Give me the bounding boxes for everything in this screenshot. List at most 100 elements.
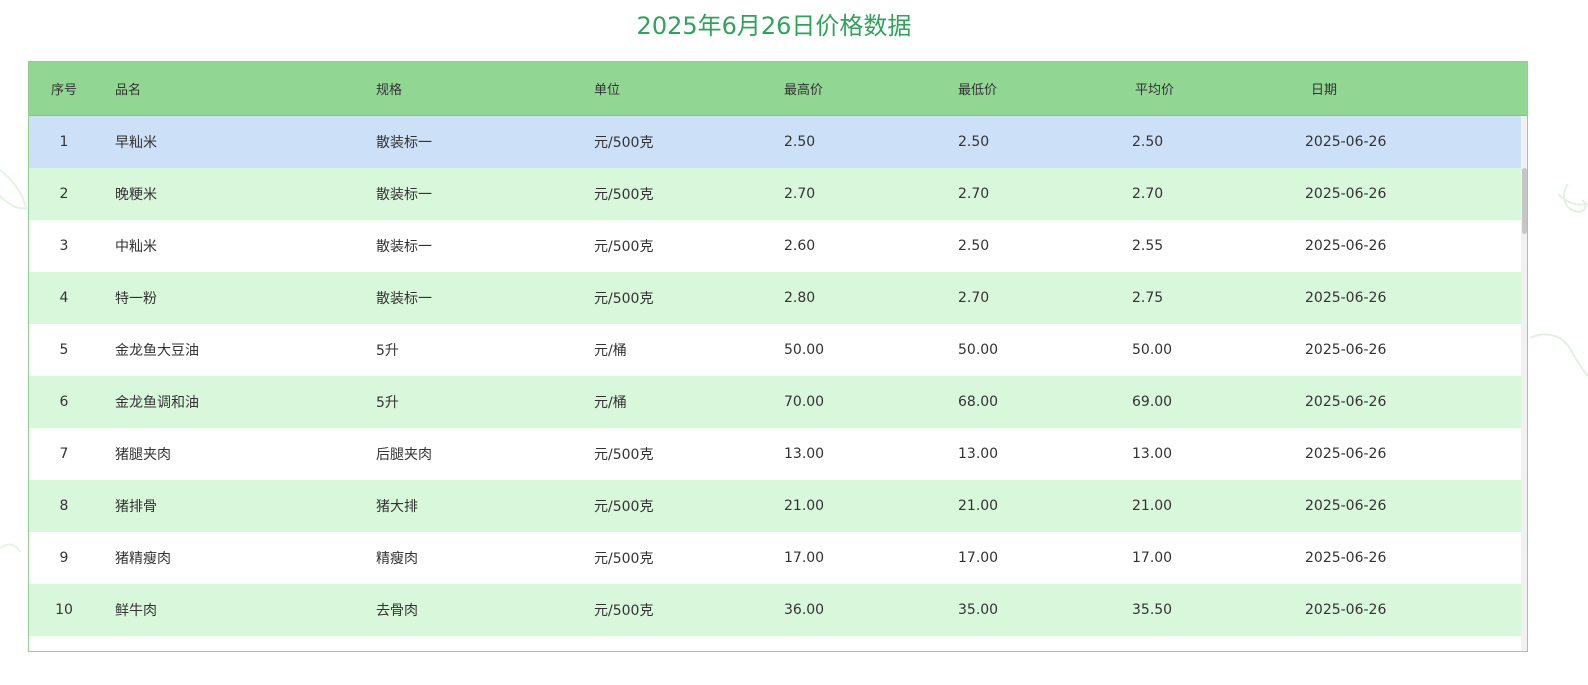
price-page: 2025年6月26日价格数据 序号 品名 规格 单位 最高价 最低价 平均价 日… [0, 0, 1588, 685]
header-date[interactable]: 日期 [1311, 62, 1337, 115]
cell-product-name: 晚粳米 [115, 187, 157, 203]
header-lowest-price[interactable]: 最低价 [958, 62, 997, 115]
table-row[interactable]: 9 猪精瘦肉 精瘦肉 元/500克 17.00 17.00 17.00 2025… [29, 532, 1521, 584]
cell-specification: 散装标一 [376, 135, 432, 151]
cell-unit: 元/500克 [594, 447, 654, 463]
cell-average-price: 13.00 [1132, 446, 1173, 462]
cell-lowest-price: 13.00 [958, 446, 999, 462]
cell-index: 2 [59, 186, 69, 202]
table-row[interactable]: 4 特一粉 散装标一 元/500克 2.80 2.70 2.75 2025-06… [29, 272, 1521, 324]
cell-lowest-price: 2.70 [958, 186, 990, 202]
cell-lowest-price: 17.00 [958, 550, 999, 566]
cell-average-price: 50.00 [1132, 342, 1173, 358]
cell-average-price: 2.55 [1132, 238, 1164, 254]
header-average-price[interactable]: 平均价 [1135, 62, 1174, 115]
price-table: 序号 品名 规格 单位 最高价 最低价 平均价 日期 1 早籼米 散装标一 元/… [28, 61, 1528, 652]
cell-highest-price: 50.00 [784, 342, 825, 358]
cell-product-name: 中籼米 [115, 239, 157, 255]
cell-unit: 元/桶 [594, 343, 627, 359]
cell-index: 6 [59, 394, 69, 410]
table-row[interactable]: 3 中籼米 散装标一 元/500克 2.60 2.50 2.55 2025-06… [29, 220, 1521, 272]
header-highest-price[interactable]: 最高价 [784, 62, 823, 115]
cell-product-name: 早籼米 [115, 135, 157, 151]
cell-product-name: 鲜牛肉 [115, 603, 157, 619]
cell-date: 2025-06-26 [1305, 186, 1387, 202]
cell-unit: 元/500克 [594, 499, 654, 515]
cell-highest-price: 2.80 [784, 290, 816, 306]
cell-unit: 元/500克 [594, 603, 654, 619]
cell-lowest-price: 35.00 [958, 602, 999, 618]
cell-index: 3 [59, 238, 69, 254]
cell-average-price: 2.75 [1132, 290, 1164, 306]
cell-date: 2025-06-26 [1305, 290, 1387, 306]
page-title: 2025年6月26日价格数据 [636, 12, 912, 40]
cell-highest-price: 2.60 [784, 238, 816, 254]
cell-specification: 5升 [376, 395, 399, 411]
cell-date: 2025-06-26 [1305, 498, 1387, 514]
table-body: 1 早籼米 散装标一 元/500克 2.50 2.50 2.50 2025-06… [29, 116, 1521, 651]
cell-date: 2025-06-26 [1305, 550, 1387, 566]
cell-average-price: 21.00 [1132, 498, 1173, 514]
header-unit[interactable]: 单位 [594, 62, 620, 115]
cell-product-name: 金龙鱼大豆油 [115, 343, 199, 359]
cell-date: 2025-06-26 [1305, 238, 1387, 254]
cell-lowest-price: 50.00 [958, 342, 999, 358]
cell-highest-price: 2.70 [784, 186, 816, 202]
header-specification[interactable]: 规格 [376, 62, 402, 115]
cell-product-name: 猪精瘦肉 [115, 551, 171, 567]
header-product-name[interactable]: 品名 [115, 62, 141, 115]
cell-average-price: 69.00 [1132, 394, 1173, 410]
cell-product-name: 特一粉 [115, 291, 157, 307]
cell-specification: 精瘦肉 [376, 551, 418, 567]
cell-average-price: 35.50 [1132, 602, 1173, 618]
cell-highest-price: 36.00 [784, 602, 825, 618]
cell-unit: 元/500克 [594, 135, 654, 151]
cell-highest-price: 2.50 [784, 134, 816, 150]
cell-index: 7 [59, 446, 69, 462]
table-row[interactable]: 6 金龙鱼调和油 5升 元/桶 70.00 68.00 69.00 2025-0… [29, 376, 1521, 428]
cell-average-price: 2.50 [1132, 134, 1164, 150]
cell-unit: 元/500克 [594, 239, 654, 255]
cell-highest-price: 17.00 [784, 550, 825, 566]
cell-index: 1 [59, 134, 69, 150]
cell-highest-price: 13.00 [784, 446, 825, 462]
cell-highest-price: 70.00 [784, 394, 825, 410]
table-row[interactable]: 10 鲜牛肉 去骨肉 元/500克 36.00 35.00 35.50 2025… [29, 584, 1521, 636]
table-row[interactable]: 7 猪腿夹肉 后腿夹肉 元/500克 13.00 13.00 13.00 202… [29, 428, 1521, 480]
cell-date: 2025-06-26 [1305, 342, 1387, 358]
cell-unit: 元/500克 [594, 187, 654, 203]
table-row[interactable]: 8 猪排骨 猪大排 元/500克 21.00 21.00 21.00 2025-… [29, 480, 1521, 532]
cell-date: 2025-06-26 [1305, 134, 1387, 150]
cell-average-price: 17.00 [1132, 550, 1173, 566]
right-leaf-decoration [1530, 183, 1588, 377]
cell-lowest-price: 2.50 [958, 238, 990, 254]
cell-index: 5 [59, 342, 69, 358]
table-row[interactable]: 1 早籼米 散装标一 元/500克 2.50 2.50 2.50 2025-06… [29, 116, 1521, 168]
cell-unit: 元/桶 [594, 395, 627, 411]
cell-specification: 散装标一 [376, 291, 432, 307]
table-header: 序号 品名 规格 单位 最高价 最低价 平均价 日期 [29, 62, 1527, 116]
cell-specification: 散装标一 [376, 187, 432, 203]
cell-index: 9 [59, 550, 69, 566]
header-index[interactable]: 序号 [29, 62, 99, 115]
cell-unit: 元/500克 [594, 551, 654, 567]
vertical-scrollbar[interactable] [1521, 116, 1527, 651]
cell-product-name: 猪腿夹肉 [115, 447, 171, 463]
scrollbar-thumb[interactable] [1522, 168, 1527, 234]
cell-index: 8 [59, 498, 69, 514]
cell-unit: 元/500克 [594, 291, 654, 307]
cell-lowest-price: 2.70 [958, 290, 990, 306]
cell-specification: 去骨肉 [376, 603, 418, 619]
cell-date: 2025-06-26 [1305, 602, 1387, 618]
cell-date: 2025-06-26 [1305, 446, 1387, 462]
cell-specification: 猪大排 [376, 499, 418, 515]
cell-index: 4 [59, 290, 69, 306]
cell-product-name: 猪排骨 [115, 499, 157, 515]
cell-lowest-price: 68.00 [958, 394, 999, 410]
cell-lowest-price: 2.50 [958, 134, 990, 150]
table-row[interactable]: 2 晚粳米 散装标一 元/500克 2.70 2.70 2.70 2025-06… [29, 168, 1521, 220]
cell-specification: 5升 [376, 343, 399, 359]
cell-index: 10 [55, 602, 73, 618]
cell-product-name: 金龙鱼调和油 [115, 395, 199, 411]
table-row[interactable]: 5 金龙鱼大豆油 5升 元/桶 50.00 50.00 50.00 2025-0… [29, 324, 1521, 376]
